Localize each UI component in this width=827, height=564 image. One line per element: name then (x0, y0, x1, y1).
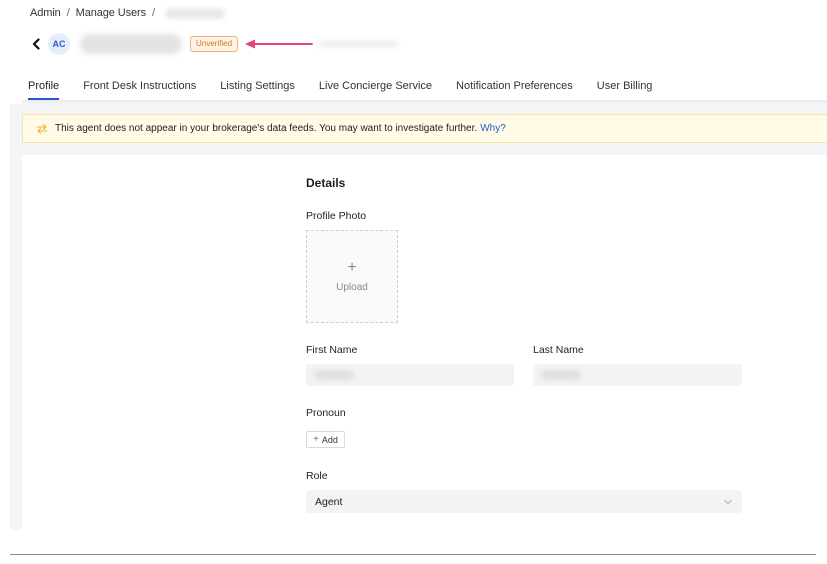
last-name-input[interactable] (533, 364, 742, 386)
tab-live-concierge-service[interactable]: Live Concierge Service (319, 72, 432, 100)
user-header: AC Unverified (28, 31, 399, 57)
pronoun-label: Pronoun (306, 407, 346, 419)
chevron-left-icon (32, 38, 40, 50)
upload-label: Upload (336, 282, 368, 293)
last-name-label: Last Name (533, 344, 584, 356)
annotation-arrow-icon (245, 39, 314, 49)
tab-front-desk-instructions[interactable]: Front Desk Instructions (83, 72, 196, 100)
profile-photo-label: Profile Photo (306, 210, 367, 222)
breadcrumb-manage-users[interactable]: Manage Users (76, 7, 146, 19)
tab-user-billing[interactable]: User Billing (597, 72, 653, 100)
breadcrumb-separator: / (152, 7, 155, 19)
plus-icon: + (347, 259, 357, 276)
data-feed-alert: This agent does not appear in your broke… (22, 114, 827, 143)
tab-profile[interactable]: Profile (28, 72, 60, 100)
role-value: Agent (315, 495, 343, 508)
tab-notification-preferences[interactable]: Notification Preferences (456, 72, 573, 100)
breadcrumb-separator: / (66, 7, 70, 19)
user-subtitle-redacted (318, 40, 399, 48)
tab-bar: Profile Front Desk Instructions Listing … (28, 72, 652, 102)
first-name-input[interactable] (306, 364, 514, 386)
avatar: AC (48, 33, 70, 55)
first-name-value-redacted (314, 370, 354, 380)
plus-icon: + (313, 434, 319, 445)
breadcrumb-current-redacted (164, 7, 225, 19)
breadcrumb-admin[interactable]: Admin (30, 7, 61, 19)
first-name-label: First Name (306, 344, 358, 356)
profile-photo-upload[interactable]: + Upload (306, 230, 398, 323)
status-badge: Unverified (190, 36, 239, 52)
breadcrumb: Admin / Manage Users / (30, 7, 225, 19)
add-label: Add (321, 434, 338, 445)
role-select[interactable]: Agent (306, 490, 742, 513)
divider (10, 554, 816, 555)
details-card (22, 155, 827, 530)
role-label: Role (306, 470, 328, 482)
user-name-redacted (80, 34, 182, 54)
last-name-value-redacted (541, 370, 581, 380)
swap-arrows-icon (35, 122, 49, 136)
alert-message: This agent does not appear in your broke… (55, 123, 478, 134)
add-pronoun-button[interactable]: + Add (306, 431, 345, 448)
tab-listing-settings[interactable]: Listing Settings (220, 72, 295, 100)
details-title: Details (306, 176, 346, 190)
page: Admin / Manage Users / AC Unverified Pro… (0, 0, 827, 564)
back-button[interactable] (28, 34, 44, 54)
why-link[interactable]: Why? (480, 123, 506, 134)
chevron-down-icon (724, 498, 732, 506)
